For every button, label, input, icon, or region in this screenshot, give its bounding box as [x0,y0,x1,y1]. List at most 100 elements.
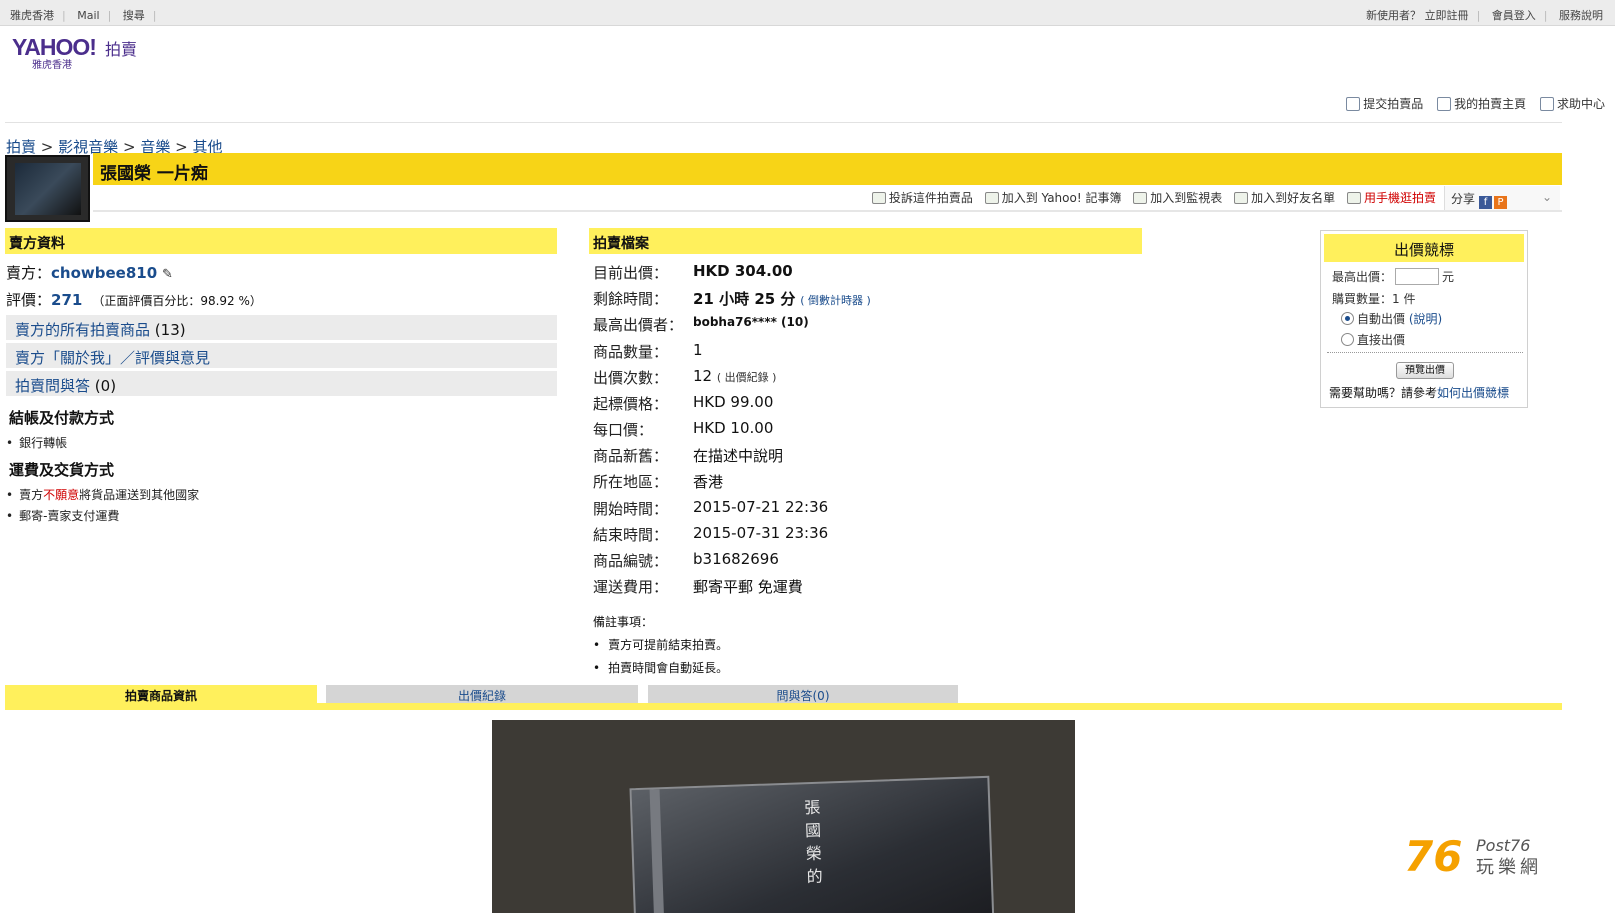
topbar-link-yahoo-hk[interactable]: 雅虎香港 [10,9,54,22]
info-label: 商品數量： [593,343,669,361]
auto-bid-radio[interactable] [1341,312,1354,325]
register-link[interactable]: 立即註冊 [1425,9,1469,22]
share-label: 分享 [1451,192,1476,206]
time-left: 21 小時 25 分 ( 倒數計時器 ) [693,288,871,309]
tab-item-info[interactable]: 拍賣商品資訊 [5,685,317,704]
watermark-num: 76 [1404,832,1463,881]
product-photo[interactable]: 張國榮的 [492,720,1075,913]
new-user-text: 新使用者？ [1366,9,1422,22]
nav-submit-item[interactable]: 提交拍賣品 [1346,97,1423,111]
info-label: 每口價： [593,421,654,439]
item-id: b31682696 [693,550,779,568]
item-toolbar: 投訴這件拍賣品 加入到 Yahoo! 記事簿 加入到監視表 加入到好友名單 用手… [93,185,1562,212]
countdown-link[interactable]: ( 倒數計時器 ) [800,294,871,307]
info-label: 運送費用： [593,578,669,596]
plurk-icon[interactable]: P [1494,196,1508,209]
bid-box: 出價競標 最高出價： 元 購買數量：1 件 自動出價 (說明) 直接出價 預覽出價… [1320,230,1528,408]
person-icon [1437,97,1452,111]
watchlist-icon [1133,192,1148,204]
notebook-label: 加入到 Yahoo! 記事簿 [1001,191,1122,205]
shipping-item: 賣方不願意將貨品運送到其他國家 [6,486,199,503]
login-link[interactable]: 會員登入 [1492,9,1536,22]
seller-label: 賣方： [6,264,52,282]
auto-bid-help-link[interactable]: (說明) [1409,312,1442,326]
auto-bid-option[interactable]: 自動出價 (說明) [1341,310,1442,327]
condition: 在描述中說明 [693,447,784,465]
tab-qa[interactable]: 問與答(0) [648,685,958,704]
tab-bid-history[interactable]: 出價紀錄 [326,685,638,704]
max-bid-input[interactable] [1395,268,1440,285]
seller-all-items-label: 賣方的所有拍賣商品 [15,321,151,339]
qty-text: 購買數量：1 件 [1332,292,1416,306]
info-label: 結束時間： [593,526,669,544]
friend-label: 加入到好友名單 [1251,191,1336,205]
direct-bid-radio[interactable] [1341,333,1354,346]
note-item: 拍賣時間會自動延長。 [593,659,728,676]
nav-my-auction-label: 我的拍賣主頁 [1454,97,1527,111]
breadcrumb-auction[interactable]: 拍賣 [6,138,36,156]
yahoo-auction-logo[interactable]: YAHOO! 雅虎香港 拍賣 [12,34,137,71]
nav-help-center[interactable]: 求助中心 [1539,97,1605,111]
notepad-icon[interactable]: ✎ [162,267,173,282]
payment-title: 結帳及付款方式 [9,409,115,427]
info-label: 商品編號： [593,552,669,570]
seller-about[interactable]: 賣方「關於我」／評價與意見 [6,343,557,368]
chevron-down-icon: ⌄ [1541,190,1552,204]
help-link[interactable]: 服務說明 [1559,9,1603,22]
start-price: HKD 99.00 [693,393,774,411]
seller-header: 賣方資料 [5,228,557,254]
bid-count: 12 ( 出價紀錄 ) [693,367,776,385]
max-bid-label: 最高出價： [1332,270,1393,284]
seller-name-link[interactable]: chowbee810 [51,264,157,282]
seller-all-items[interactable]: 賣方的所有拍賣商品 (13) [6,315,557,340]
preview-bid-button[interactable]: 預覽出價 [1396,362,1454,379]
seller-qa-label: 拍賣問與答 [15,377,91,395]
bid-history-link[interactable]: ( 出價紀錄 ) [717,371,777,384]
breadcrumb-sep: > [40,138,54,156]
cd-text: 張國榮的 [803,797,824,887]
location: 香港 [693,473,724,491]
seller-all-items-count: (13) [154,321,186,339]
info-label: 開始時間： [593,500,669,518]
mobile-link[interactable]: 用手機逛拍賣 [1346,191,1436,205]
rating-link[interactable]: 271 [51,291,82,309]
topbar-link-search[interactable]: 搜尋 [123,9,145,22]
seller-qa-count: (0) [94,377,117,395]
shipping-1b: 不願意 [43,488,80,502]
add-watchlist-link[interactable]: 加入到監視表 [1133,191,1222,205]
note-item: 賣方可提前結束拍賣。 [593,636,728,653]
max-bid-row: 最高出價： 元 [1332,268,1454,285]
how-to-bid-link[interactable]: 如何出價競標 [1437,386,1509,400]
payment-item: 銀行轉帳 [6,434,67,451]
info-label: 目前出價： [593,264,669,282]
question-icon [1539,97,1554,111]
seller-qa[interactable]: 拍賣問與答 (0) [6,371,557,396]
notes-title: 備註事項： [593,615,654,629]
mobile-label: 用手機逛拍賣 [1363,191,1436,205]
seller-about-label: 賣方「關於我」／評價與意見 [15,349,211,367]
nav-my-auction[interactable]: 我的拍賣主頁 [1437,97,1526,111]
report-item-link[interactable]: 投訴這件拍賣品 [871,191,973,205]
top-bidder-value[interactable]: bobha76**** (10) [693,315,809,329]
tabs-underline [5,703,1562,710]
facebook-icon[interactable]: f [1479,196,1493,209]
auto-bid-label: 自動出價 [1357,312,1406,326]
report-label: 投訴這件拍賣品 [888,191,973,205]
auction-header: 拍賣檔案 [589,228,1142,254]
shipping-title: 運費及交貨方式 [9,461,115,479]
add-friend-link[interactable]: 加入到好友名單 [1234,191,1335,205]
bid-box-title: 出價競標 [1324,234,1524,262]
info-label: 最高出價者： [593,316,684,334]
max-bid-unit: 元 [1442,270,1455,284]
seller-line: 賣方：chowbee810 ✎ [6,262,173,283]
info-label: 起標價格： [593,395,669,413]
item-thumbnail[interactable] [5,155,90,222]
add-notebook-link[interactable]: 加入到 Yahoo! 記事簿 [984,191,1122,205]
direct-bid-option[interactable]: 直接出價 [1341,331,1405,348]
topbar-link-mail[interactable]: Mail [77,9,99,22]
divider [5,122,1562,123]
info-label: 剩餘時間： [593,290,669,308]
info-label: 出價次數： [593,369,669,387]
share-dropdown[interactable]: 分享 f P ⌄ [1444,186,1560,210]
mobile-icon [1346,192,1361,204]
